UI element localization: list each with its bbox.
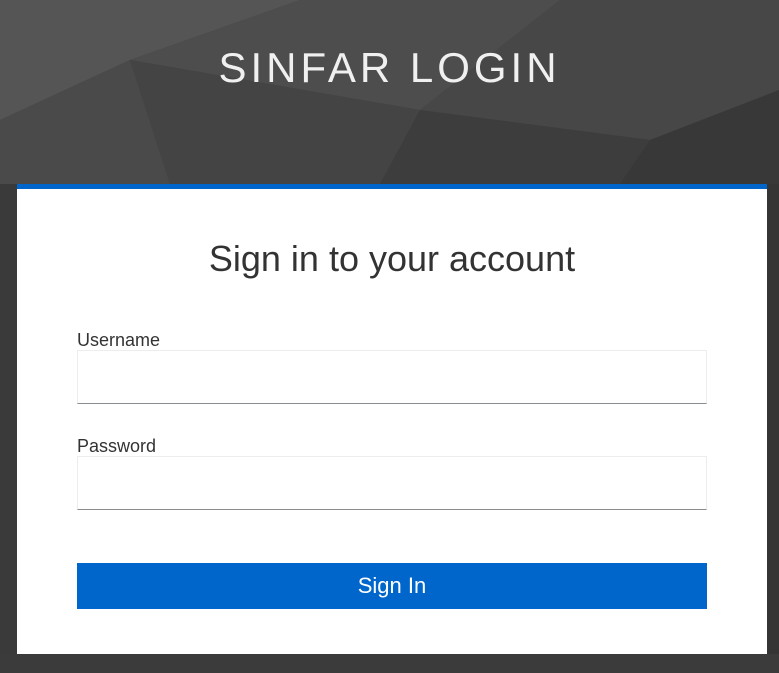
password-input[interactable] xyxy=(77,456,707,510)
sign-in-button[interactable]: Sign In xyxy=(77,563,707,609)
password-label: Password xyxy=(77,436,157,456)
login-card: Sign in to your account Username Passwor… xyxy=(17,184,767,654)
app-brand-title: SINFAR LOGIN xyxy=(218,44,561,91)
username-input[interactable] xyxy=(77,350,707,404)
page-title: Sign in to your account xyxy=(208,238,576,279)
username-label: Username xyxy=(77,330,161,350)
